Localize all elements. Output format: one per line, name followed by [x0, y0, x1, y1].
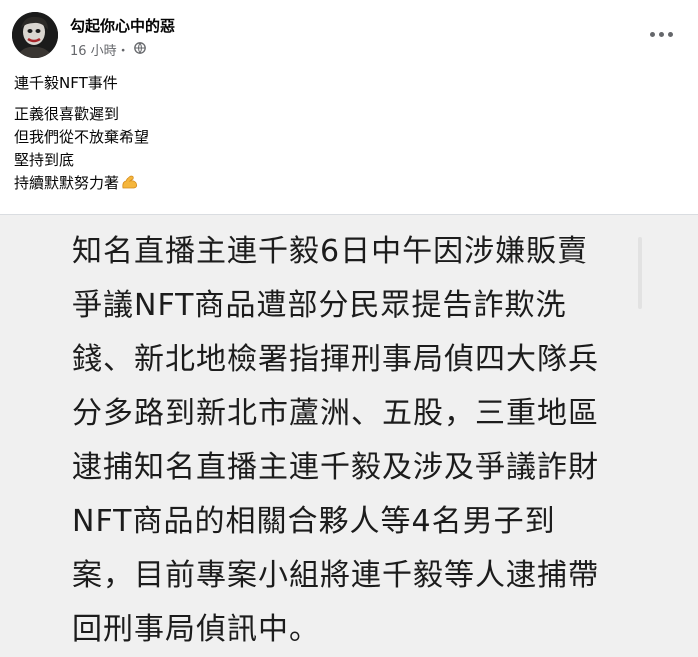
caption-line: 但我們從不放棄希望 — [14, 128, 150, 146]
article-line: 回刑事局偵訊中。 — [72, 612, 320, 647]
post-timestamp[interactable]: 16 小時・ — [70, 40, 130, 59]
caption-title: 連千毅NFT事件 — [14, 74, 118, 92]
author-name[interactable]: 勾起你心中的惡 — [70, 15, 175, 36]
caption-line: 持續默默努力著 — [14, 174, 120, 192]
post-header: 勾起你心中的惡 16 小時・ — [0, 0, 698, 70]
article-line: NFT商品的相關合夥人等4名男子到 — [72, 504, 556, 539]
image-article-text: 知名直播主連千毅6日中午因涉嫌販賣 爭議NFT商品遭部分民眾提告詐欺洗 錢、新北… — [72, 225, 632, 657]
article-line: 知名直播主連千毅6日中午因涉嫌販賣 — [72, 234, 589, 269]
caption-line: 堅持到底 — [14, 151, 75, 169]
post-meta: 16 小時・ — [70, 40, 146, 59]
article-line: 分多路到新北市蘆洲、五股，三重地區 — [72, 396, 599, 431]
article-line: 錢、新北地檢署指揮刑事局偵四大隊兵 — [72, 342, 599, 377]
article-line: 逮捕知名直播主連千毅及涉及爭議詐財 — [72, 450, 599, 485]
post-image[interactable]: 知名直播主連千毅6日中午因涉嫌販賣 爭議NFT商品遭部分民眾提告詐欺洗 錢、新北… — [0, 214, 698, 657]
image-scrollbar — [638, 237, 642, 309]
article-line: 案，目前專案小組將連千毅等人逮捕帶 — [72, 558, 599, 593]
post-caption: 連千毅NFT事件 正義很喜歡遲到 但我們從不放棄希望 堅持到底 持續默默努力著 — [14, 72, 674, 198]
globe-icon — [133, 41, 146, 58]
avatar[interactable] — [12, 12, 58, 58]
more-options-icon[interactable] — [646, 22, 676, 46]
flexed-biceps-icon — [121, 173, 139, 198]
caption-line: 正義很喜歡遲到 — [14, 105, 120, 123]
caption-line-last: 持續默默努力著 — [14, 172, 674, 198]
article-line: 爭議NFT商品遭部分民眾提告詐欺洗 — [72, 288, 567, 323]
